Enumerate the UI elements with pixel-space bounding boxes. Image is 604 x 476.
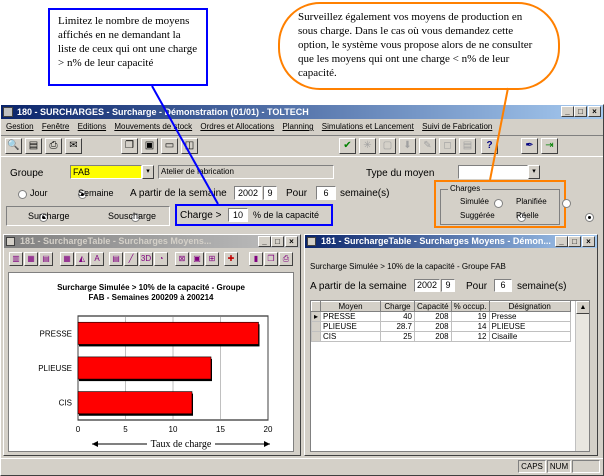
col-designation[interactable]: Désignation [488,301,571,312]
table-window-icon [307,237,316,246]
table-from-week-label: A partir de la semaine [310,281,407,292]
column-chart-icon[interactable]: ▦ [24,252,38,266]
results-table: Moyen Charge Capacité % occup. Désignati… [311,301,571,342]
col-capacite[interactable]: Capacité [414,301,452,312]
chart-toolbar: ▥ ▦ ▤ ▦ ◭ A ▤ ╱ 3D ◔ ⊠ ▣ ⊞ ✚ ▮ ❐ ⎙ [5,250,299,270]
table-row[interactable]: PLIEUSE 28.7 208 14 PLIEUSE [311,321,571,332]
cell-designation: Cisaille [488,331,571,342]
print-chart-icon[interactable]: ⎙ [279,252,293,266]
table-titlebar: 181 - SurchargeTable - Surcharges Moyens… [305,235,597,248]
table-close-button[interactable]: × [582,236,595,247]
x-tick-label: 10 [169,425,178,434]
cell-charge: 28.7 [380,321,416,332]
cell-occupation: 12 [450,331,490,342]
num-indicator: NUM [547,460,571,473]
cell-moyen: PRESSE [320,311,382,322]
grid-view-icon[interactable]: ▦ [60,252,74,266]
zoom-icon[interactable]: ⊠ [175,252,189,266]
num-text: NUM [549,462,569,471]
chart-window-title: 181 - SurchargeTable - Surcharges Moyens… [20,236,212,246]
chart-title-line-1: Surcharge Simulée > 10% de la capacité -… [57,283,245,292]
cell-designation: Presse [488,311,571,322]
crosshair-icon[interactable]: ✚ [224,252,238,266]
table-year-field: 2002 [414,279,440,292]
callout-right-pointer [489,87,509,181]
save-icon[interactable]: ▮ [249,252,263,266]
chart-minimize-button[interactable]: _ [258,236,271,247]
bar [77,321,259,345]
table-grid-area: Moyen Charge Capacité % occup. Désignati… [310,300,590,452]
chart-maximize-button[interactable]: □ [271,236,284,247]
table-row[interactable]: CIS 25 208 12 Cisaille [311,331,571,342]
y-category-label: CIS [59,399,72,408]
cell-capacite: 208 [414,321,452,332]
table-pour-label: Pour [466,281,488,292]
col-charge[interactable]: Charge [380,301,416,312]
table-year-value: 2002 [416,280,438,290]
y-category-label: PLIEUSE [38,364,72,373]
y-category-label: PRESSE [40,329,72,338]
axis-arrow-right [264,441,270,447]
col-occupation[interactable]: % occup. [450,301,490,312]
x-tick-label: 0 [76,425,81,434]
table-week-field: 9 [441,279,455,292]
x-axis-label: Taux de charge [151,439,212,450]
cell-charge: 25 [380,331,416,342]
3d-icon[interactable]: 3D [139,252,153,266]
callout-left-pointer [151,85,219,205]
table-maximize-button[interactable]: □ [568,236,581,247]
stacked-chart-icon[interactable]: ▤ [39,252,53,266]
copy-chart-icon[interactable]: ❐ [264,252,278,266]
chart-svg: Surcharge Simulée > 10% de la capacité -… [38,283,273,450]
status-empty [572,460,600,473]
bar [77,356,212,380]
chart-close-button[interactable]: × [285,236,298,247]
pie-icon[interactable]: ◔ [154,252,168,266]
table-row[interactable]: ▸ PRESSE 40 208 19 Presse [311,311,571,322]
cell-moyen: CIS [320,331,382,342]
axis-arrow-left [92,441,98,447]
cell-charge: 40 [380,311,416,322]
bar-chart-icon[interactable]: ▥ [9,252,23,266]
row-marker-header [311,301,322,312]
cell-occupation: 14 [450,321,490,332]
x-tick-label: 20 [264,425,273,434]
caps-indicator: CAPS [518,460,546,473]
table-semaines-label: semaine(s) [517,281,567,292]
row-marker [311,321,322,332]
x-tick-label: 5 [123,425,128,434]
bar [77,391,193,415]
text-icon[interactable]: A [90,252,104,266]
x-tick-label: 15 [216,425,225,434]
line-chart-icon[interactable]: ╱ [124,252,138,266]
table-subtitle: Surcharge Simulée > 10% de la capacité -… [310,262,506,271]
cell-occupation: 19 [450,311,490,322]
status-bar [1,458,603,475]
col-moyen[interactable]: Moyen [320,301,382,312]
vertical-scrollbar[interactable]: ▲ [575,301,589,451]
table-minimize-button[interactable]: _ [555,236,568,247]
scroll-up-button[interactable]: ▲ [576,301,589,314]
chart-title-line-2: FAB - Semaines 200209 à 200214 [89,293,215,302]
table-week-value: 9 [445,280,451,290]
chart-window-icon [6,237,15,246]
table-pour-field: 6 [494,279,512,292]
cell-designation: PLIEUSE [488,321,571,332]
table-window-title: 181 - SurchargeTable - Surcharges Moyens… [321,236,551,246]
cell-moyen: PLIEUSE [320,321,382,332]
table-icon[interactable]: ▤ [109,252,123,266]
chart-titlebar: 181 - SurchargeTable - Surcharges Moyens… [4,235,300,248]
row-marker: ▸ [311,311,322,322]
caps-text: CAPS [521,462,543,471]
table-header-row: Moyen Charge Capacité % occup. Désignati… [311,301,571,312]
row-marker [311,331,322,342]
area-chart-icon[interactable]: ◭ [75,252,89,266]
cell-capacite: 208 [414,311,452,322]
legend-icon[interactable]: ▣ [190,252,204,266]
scale-icon[interactable]: ⊞ [205,252,219,266]
table-pour-value: 6 [500,280,506,290]
cell-capacite: 208 [414,331,452,342]
